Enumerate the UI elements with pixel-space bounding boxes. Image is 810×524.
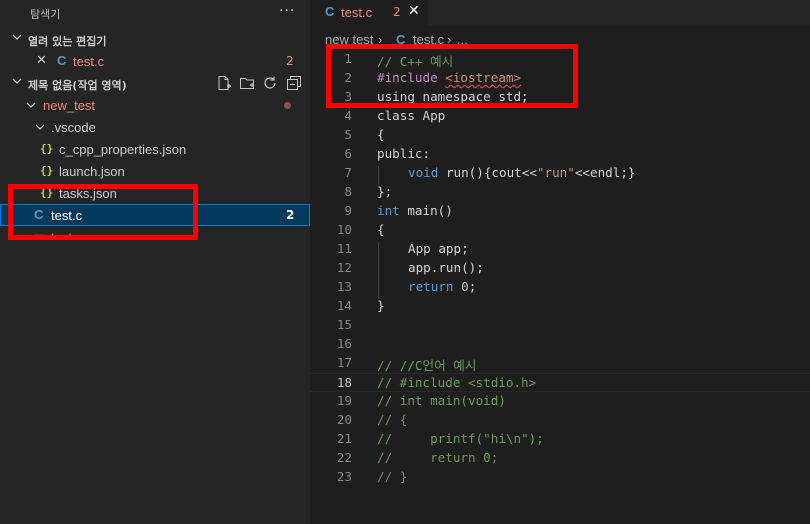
close-tab-icon[interactable]: ✕ [408, 3, 420, 19]
new-folder-icon[interactable] [239, 75, 255, 91]
code-line: 21// printf("hi\n"); [336, 431, 544, 446]
open-editor-item-test-c[interactable]: ✕ C test.c 2 [0, 50, 310, 72]
highlight-box-test-c [8, 184, 198, 240]
modified-dot [284, 102, 291, 109]
open-editors-label: 열려 있는 편집기 [28, 35, 107, 48]
problem-count-badge: 2 [286, 208, 295, 222]
code-line: 23// } [336, 469, 408, 484]
code-line: 11 App app; [336, 241, 469, 256]
problem-count-badge: 2 [286, 54, 294, 68]
tab-test-c[interactable]: C test.c 2 ✕ [310, 0, 428, 26]
chevron-down-icon [12, 78, 22, 84]
open-editor-filename: test.c [73, 54, 105, 69]
explorer-title: 탐색기 [30, 8, 61, 21]
tree-folder-vscode[interactable]: .vscode [0, 116, 310, 138]
open-editors-section[interactable]: 열려 있는 편집기 [0, 28, 310, 50]
chevron-down-icon [12, 34, 22, 40]
code-line: 17// //C언어 예시 [336, 355, 477, 373]
tree-file-launch-json[interactable]: {} launch.json [0, 160, 310, 182]
c-file-icon: C [325, 4, 335, 19]
chevron-down-icon [35, 124, 45, 130]
editor-tab-bar: C test.c 2 ✕ [310, 0, 810, 26]
folder-name: new_test [43, 98, 96, 113]
code-line: 16 [336, 336, 352, 351]
code-line: 9 int main() [344, 203, 453, 218]
code-line: 10{ [336, 222, 385, 237]
chevron-down-icon [26, 102, 36, 108]
code-line: 8}; [344, 184, 393, 199]
code-line: 7 void run(){cout<<"run"<<endl;} [344, 165, 636, 180]
code-line: 14} [336, 298, 385, 313]
explorer-header: 탐색기 ··· [0, 0, 310, 26]
workspace-label: 제목 없음(작업 영역) [28, 79, 127, 92]
indent-guide [378, 242, 379, 299]
code-line: 15 [336, 317, 352, 332]
tab-label: test.c [341, 5, 373, 20]
highlight-box-cpp-header [326, 44, 578, 108]
new-file-icon[interactable] [216, 75, 232, 91]
code-line: 19// int main(void) [336, 393, 506, 408]
current-code-line: 18// #include <stdio.h> [310, 373, 810, 392]
indent-guide [378, 166, 379, 185]
workspace-section[interactable]: 제목 없음(작업 영역) [0, 72, 310, 94]
explorer-sidebar: 탐색기 ··· 열려 있는 편집기 ✕ C test.c 2 제목 없음(작업 … [0, 0, 310, 524]
c-file-icon: C [57, 53, 67, 68]
code-editor[interactable]: 1// C++ 예시 2 #include <iostream> 3 using n… [310, 50, 810, 524]
more-actions-icon[interactable]: ··· [279, 3, 295, 19]
json-file-icon: {} [40, 142, 54, 155]
collapse-all-icon[interactable] [286, 75, 302, 91]
tab-problem-badge: 2 [393, 5, 401, 19]
code-line: 12 app.run(); [336, 260, 484, 275]
file-name: c_cpp_properties.json [59, 142, 187, 157]
file-name: launch.json [59, 164, 125, 179]
json-file-icon: {} [40, 164, 54, 177]
close-icon[interactable]: ✕ [36, 53, 47, 68]
code-line: 4 class App [344, 108, 446, 123]
code-line: 20// { [336, 412, 408, 427]
folder-name: .vscode [51, 120, 96, 135]
code-line: 5{ [344, 127, 385, 142]
code-line: 6 public: [344, 146, 431, 161]
tree-file-c-cpp-properties[interactable]: {} c_cpp_properties.json [0, 138, 310, 160]
refresh-icon[interactable] [262, 75, 278, 91]
code-line: 13 return 0; [336, 279, 477, 294]
tree-folder-new-test[interactable]: new_test [0, 94, 310, 116]
code-line: 22// return 0; [336, 450, 499, 465]
